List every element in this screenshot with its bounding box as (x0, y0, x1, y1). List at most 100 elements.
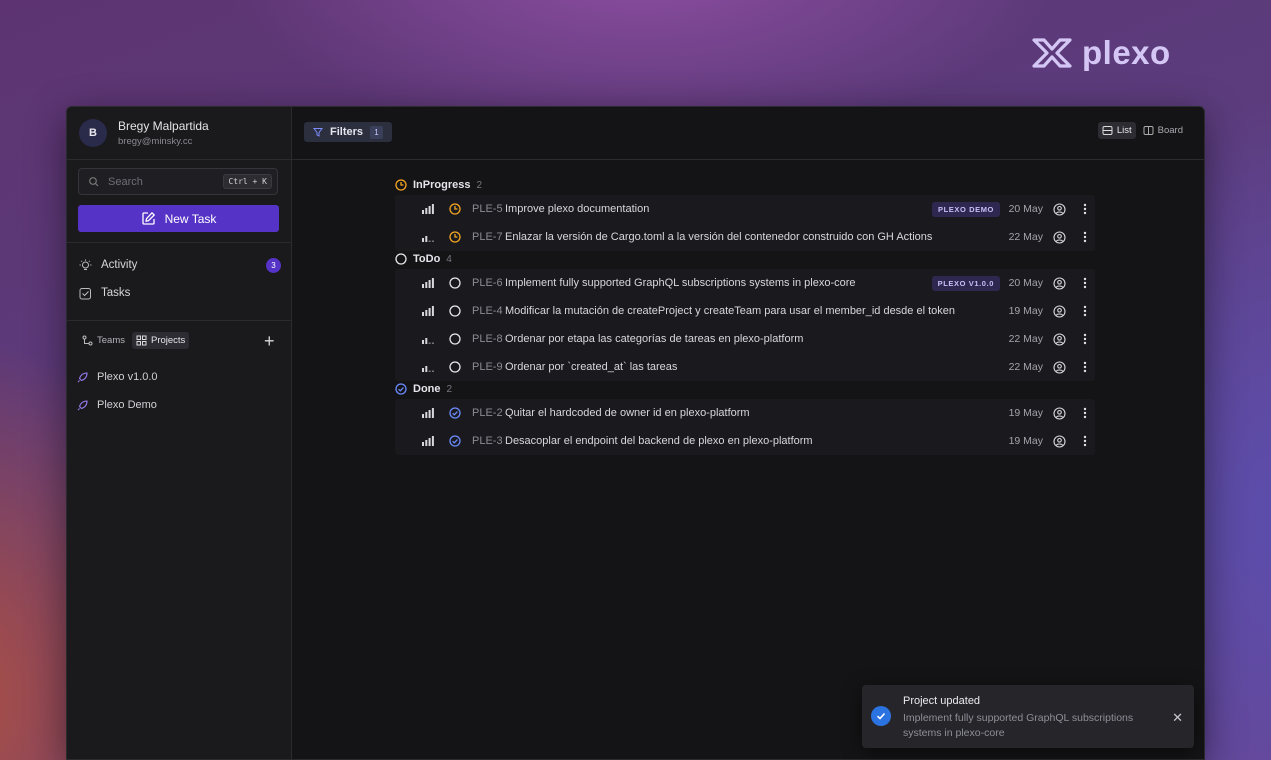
view-board-button[interactable]: Board (1139, 122, 1187, 139)
priority-low-icon[interactable] (422, 232, 434, 242)
task-title: Quitar el hardcoded de owner id en plexo… (505, 407, 750, 419)
assignee-icon[interactable] (1053, 305, 1066, 318)
task-row[interactable]: PLE-7 Enlazar la versión de Cargo.toml a … (395, 223, 1095, 251)
task-row[interactable]: PLE-8 Ordenar por etapa las categorías de… (395, 325, 1095, 353)
task-row[interactable]: PLE-9 Ordenar por `created_at` las tareas… (395, 353, 1095, 381)
search-box[interactable]: Ctrl + K (78, 168, 278, 195)
activity-count-badge: 3 (266, 257, 281, 273)
group-header-inprogress[interactable]: InProgress 2 (395, 179, 482, 191)
filters-button[interactable]: Filters 1 (304, 122, 393, 142)
priority-high-icon[interactable] (422, 436, 434, 446)
task-title: Ordenar por etapa las categorías de tare… (505, 333, 804, 345)
more-icon[interactable] (1083, 305, 1087, 317)
task-date: 19 May (1008, 305, 1043, 317)
task-row[interactable]: PLE-3 Desacoplar el endpoint del backend … (395, 427, 1095, 455)
app-window: B Bregy Malpartida bregy@minsky.cc Ctrl … (66, 106, 1205, 760)
avatar[interactable]: B (79, 119, 107, 147)
done-icon (395, 383, 407, 395)
priority-high-icon[interactable] (422, 306, 434, 316)
group-header-todo[interactable]: ToDo 4 (395, 253, 452, 265)
check-circle-icon (871, 706, 891, 726)
new-task-button[interactable]: New Task (78, 205, 279, 232)
filters-label: Filters (330, 126, 364, 138)
divider (67, 320, 292, 321)
more-icon[interactable] (1083, 203, 1087, 215)
tab-projects[interactable]: Projects (131, 332, 190, 349)
search-input[interactable] (106, 174, 220, 189)
sidebar-item-activity[interactable]: Activity 3 (79, 255, 281, 275)
task-date: 22 May (1008, 361, 1043, 373)
plexo-logo-icon (1032, 38, 1072, 68)
group-count: 2 (476, 179, 483, 191)
topbar: Filters 1 List Board (292, 107, 1204, 160)
task-title: Modificar la mutación de createProject y… (505, 305, 956, 317)
tab-teams-label: Teams (97, 335, 125, 346)
user-card[interactable]: B Bregy Malpartida bregy@minsky.cc (67, 107, 291, 160)
checkbox-icon (79, 287, 91, 299)
project-label: Plexo v1.0.0 (97, 371, 158, 383)
task-title: Implement fully supported GraphQL subscr… (505, 277, 856, 289)
task-id: PLE-2 (472, 407, 503, 419)
group-name: Done (413, 383, 441, 395)
view-list-label: List (1116, 125, 1132, 136)
task-date: 22 May (1008, 231, 1043, 243)
assignee-icon[interactable] (1053, 231, 1066, 244)
group-name: ToDo (413, 253, 441, 265)
task-row[interactable]: PLE-4 Modificar la mutación de createProj… (395, 297, 1095, 325)
assignee-icon[interactable] (1053, 407, 1066, 420)
project-item-plexo-demo[interactable]: Plexo Demo (77, 399, 157, 411)
close-icon[interactable]: ✕ (1172, 710, 1183, 726)
task-title: Improve plexo documentation (505, 203, 650, 215)
priority-low-icon[interactable] (422, 362, 434, 372)
task-row[interactable]: PLE-6 Implement fully supported GraphQL s… (395, 269, 1095, 297)
search-shortcut: Ctrl + K (223, 174, 272, 189)
more-icon[interactable] (1083, 277, 1087, 289)
sidebar-item-tasks[interactable]: Tasks (79, 283, 281, 303)
plexo-logo: plexo (1030, 34, 1171, 72)
view-toggle: List Board (1097, 122, 1187, 139)
new-task-label: New Task (164, 211, 217, 226)
task-id: PLE-5 (472, 203, 503, 215)
todo-icon (449, 333, 461, 345)
divider (67, 242, 292, 243)
in-progress-icon (449, 231, 461, 243)
tab-projects-label: Projects (150, 335, 186, 346)
task-row[interactable]: PLE-2 Quitar el hardcoded de owner id en … (395, 399, 1095, 427)
task-date: 22 May (1008, 333, 1043, 345)
group-name: InProgress (413, 179, 471, 191)
user-name: Bregy Malpartida (118, 119, 209, 133)
priority-high-icon[interactable] (422, 278, 434, 288)
view-list-button[interactable]: List (1097, 122, 1136, 139)
project-item-plexo-v1[interactable]: Plexo v1.0.0 (77, 371, 158, 383)
assignee-icon[interactable] (1053, 277, 1066, 290)
group-header-done[interactable]: Done 2 (395, 383, 452, 395)
task-title: Desacoplar el endpoint del backend de pl… (505, 435, 813, 447)
assignee-icon[interactable] (1053, 333, 1066, 346)
more-icon[interactable] (1083, 407, 1087, 419)
board-icon (1143, 126, 1154, 135)
task-title: Enlazar la versión de Cargo.toml a la ve… (505, 231, 933, 243)
assignee-icon[interactable] (1053, 361, 1066, 374)
assignee-icon[interactable] (1053, 203, 1066, 216)
sidebar-item-label: Activity (101, 259, 138, 271)
more-icon[interactable] (1083, 361, 1087, 373)
todo-icon (449, 361, 461, 373)
project-tag[interactable]: PLEXO DEMO (931, 201, 1000, 217)
todo-icon (449, 305, 461, 317)
more-icon[interactable] (1083, 231, 1087, 243)
task-row[interactable]: PLE-5 Improve plexo documentation PLEXO DE… (395, 195, 1095, 223)
priority-low-icon[interactable] (422, 334, 434, 344)
task-id: PLE-3 (472, 435, 503, 447)
priority-high-icon[interactable] (422, 408, 434, 418)
tab-teams[interactable]: Teams (78, 332, 129, 349)
priority-high-icon[interactable] (422, 204, 434, 214)
more-icon[interactable] (1083, 333, 1087, 345)
add-project-button[interactable]: + (264, 331, 275, 351)
task-date: 20 May (1008, 203, 1043, 215)
more-icon[interactable] (1083, 435, 1087, 447)
list-icon (1102, 126, 1113, 135)
project-tag[interactable]: PLEXO V1.0.0 (931, 275, 1000, 291)
in-progress-icon (395, 179, 407, 191)
assignee-icon[interactable] (1053, 435, 1066, 448)
todo-icon (449, 277, 461, 289)
